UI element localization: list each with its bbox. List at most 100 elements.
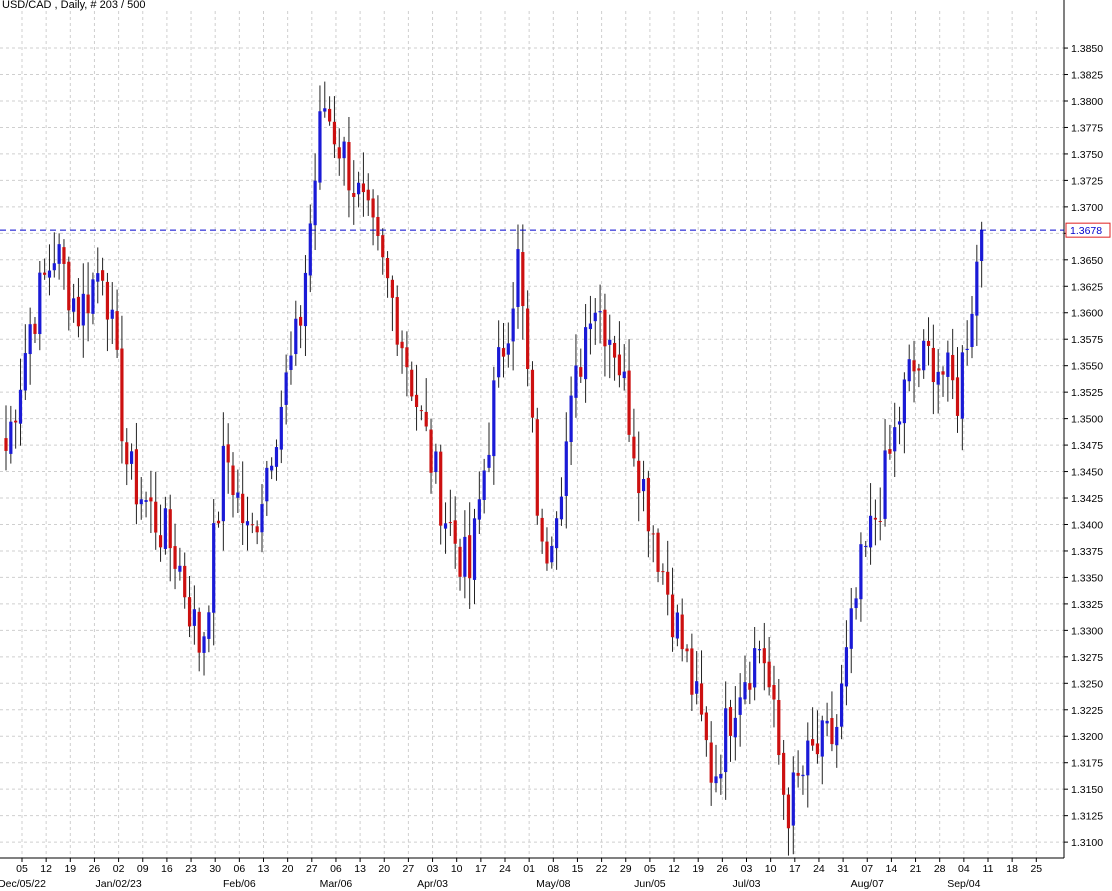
candle-body-down [917, 368, 921, 371]
y-tick-label: 1.3550 [1071, 361, 1103, 373]
candle-body-down [878, 521, 882, 523]
candle-body-down [76, 296, 81, 327]
candle-body-up [608, 339, 612, 345]
candle-body-down [371, 198, 375, 218]
candle-body-up [245, 521, 250, 526]
candle-body-down [540, 517, 544, 542]
candle-body-up [72, 298, 76, 312]
candle-body-up [279, 406, 283, 450]
candle-body-down [704, 712, 708, 741]
y-tick-label: 1.3450 [1071, 467, 1103, 479]
candle-body-down [637, 460, 641, 494]
candle-body-up [820, 720, 824, 757]
candle-body-down [405, 347, 409, 368]
x-month-label: Jun/05 [634, 878, 666, 890]
candle-body-up [801, 774, 805, 777]
candle-body-down [158, 535, 163, 548]
candles [4, 81, 984, 856]
x-tick-label: 17 [789, 863, 801, 875]
x-month-label: Apr/03 [417, 878, 448, 890]
candle-body-up [434, 451, 438, 473]
candle-body-down [395, 297, 399, 345]
x-tick-label: 11 [983, 863, 994, 875]
x-tick-label: 12 [668, 863, 680, 875]
y-tick-label: 1.3850 [1071, 43, 1103, 55]
candle-body-down [187, 597, 192, 627]
x-tick-label: 13 [258, 863, 270, 875]
candle-body-down [376, 216, 380, 236]
candle-body-up [569, 395, 573, 443]
candle-body-up [584, 327, 588, 380]
candle-body-up [980, 230, 984, 261]
candle-body-up [574, 365, 578, 398]
x-tick-label: 23 [185, 863, 197, 875]
candle-body-up [477, 499, 481, 520]
x-tick-label: 24 [499, 863, 511, 875]
candle-body-up [318, 111, 322, 183]
candle-body-down [926, 340, 931, 346]
candle-body-up [516, 249, 520, 307]
candle-body-down [458, 546, 462, 577]
candle-body-down [347, 142, 351, 191]
candle-body-down [728, 707, 733, 736]
candle-body-up [724, 708, 728, 773]
candle-body-down [439, 451, 443, 526]
y-tick-label: 1.3525 [1071, 387, 1103, 399]
candle-body-up [28, 324, 32, 355]
candle-body-up [564, 441, 568, 496]
candle-body-down [830, 718, 834, 745]
y-tick-label: 1.3650 [1071, 255, 1103, 267]
candle-body-down [782, 752, 786, 795]
x-tick-label: 15 [572, 863, 584, 875]
candle-body-up [975, 261, 979, 316]
candle-body-up [907, 359, 911, 382]
y-tick-label: 1.3300 [1071, 625, 1103, 637]
candle-body-down [690, 648, 694, 695]
x-tick-label: 17 [475, 863, 487, 875]
candle-body-up [965, 348, 969, 350]
current-price-label: 1.3678 [1070, 225, 1102, 237]
candle-body-down [250, 524, 254, 526]
candle-body-down [115, 311, 119, 350]
candle-body-down [656, 532, 660, 572]
candle-body-up [274, 447, 279, 467]
x-tick-label: 05 [16, 863, 28, 875]
x-month-label: Mar/06 [320, 878, 353, 890]
candle-body-down [332, 121, 337, 145]
candle-body-down [521, 252, 525, 307]
y-tick-label: 1.3800 [1071, 96, 1103, 108]
x-tick-label: 25 [1030, 863, 1042, 875]
candle-body-up [757, 649, 762, 651]
candle-body-down [545, 541, 549, 564]
candle-body-down [154, 501, 158, 533]
candle-body-down [231, 465, 235, 495]
candle-body-down [680, 614, 684, 650]
candle-body-down [651, 533, 655, 535]
candle-body-up [18, 389, 23, 424]
candle-body-down [617, 354, 622, 376]
candle-body-down [526, 308, 530, 370]
candle-body-down [627, 370, 631, 435]
candle-body-up [593, 312, 597, 322]
candle-body-up [265, 467, 269, 502]
y-tick-label: 1.3600 [1071, 308, 1103, 320]
candle-body-down [811, 739, 815, 746]
candle-body-down [385, 258, 390, 279]
candle-body-down [67, 261, 71, 311]
x-tick-label: 03 [427, 863, 439, 875]
x-tick-label: 04 [958, 863, 970, 875]
candle-body-down [226, 444, 230, 463]
candle-body-up [695, 681, 699, 694]
candle-body-down [352, 193, 356, 197]
y-tick-label: 1.3200 [1071, 731, 1103, 743]
candle-body-down [216, 520, 221, 524]
candle-body-down [414, 394, 419, 407]
candle-body-up [139, 499, 143, 505]
x-month-label: Aug/07 [851, 878, 884, 890]
candle-body-down [612, 342, 617, 358]
candle-body-up [738, 697, 742, 715]
candle-body-up [844, 647, 849, 687]
x-tick-label: 10 [765, 863, 777, 875]
candle-body-down [173, 546, 177, 569]
candle-body-up [492, 380, 496, 457]
